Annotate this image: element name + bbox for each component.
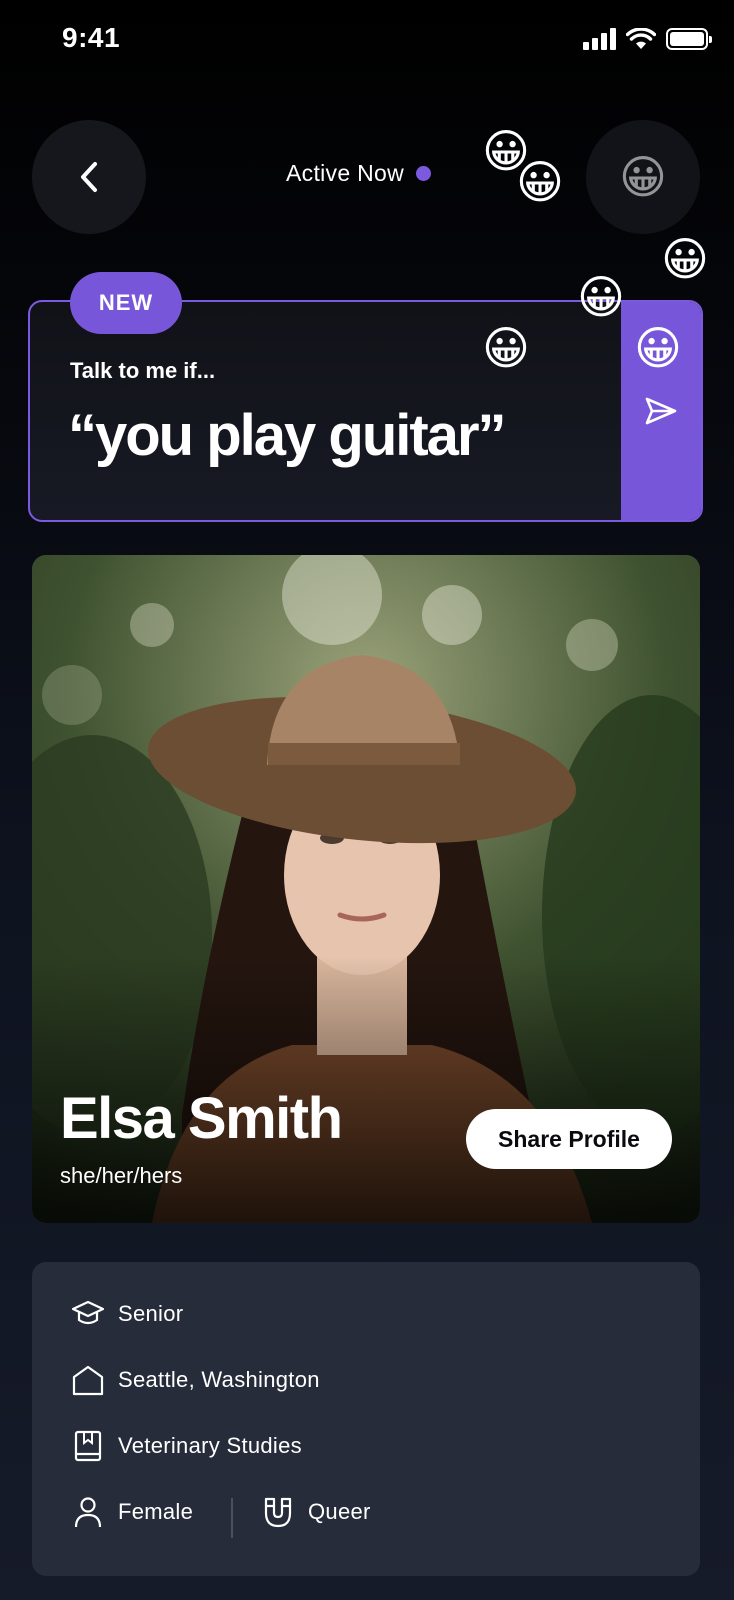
prompt-label: Talk to me if...	[70, 358, 216, 383]
profile-details-card: Senior Seattle, Washington Veterinary St…	[32, 1262, 700, 1576]
detail-major: Veterinary Studies	[70, 1428, 302, 1464]
signal-icon	[583, 28, 616, 50]
floating-emoji-icon: 😀	[482, 321, 530, 375]
graduation-cap-icon	[70, 1296, 106, 1332]
profile-photo-card[interactable]: Elsa Smith she/her/hers Share Profile	[32, 555, 700, 1223]
status-time: 9:41	[62, 22, 121, 53]
person-icon	[70, 1494, 106, 1530]
home-icon	[70, 1362, 106, 1398]
detail-gender-label: Female	[118, 1499, 194, 1524]
profile-screen: 9:41 Active Now 😀 NEW Talk to me if... “…	[0, 0, 734, 1600]
magnet-icon	[260, 1494, 296, 1530]
detail-major-label: Veterinary Studies	[118, 1433, 302, 1458]
floating-emoji-icon: 😀	[516, 155, 564, 209]
send-icon	[645, 397, 677, 425]
detail-orientation: Queer	[260, 1494, 371, 1530]
detail-gender: Female	[70, 1494, 193, 1530]
back-button[interactable]	[32, 120, 146, 234]
new-badge: NEW	[70, 272, 182, 334]
detail-divider	[231, 1498, 233, 1538]
active-status-label: Active Now	[286, 160, 405, 186]
profile-pronouns: she/her/hers	[60, 1163, 183, 1188]
detail-year: Senior	[70, 1296, 183, 1332]
wifi-icon	[626, 28, 656, 49]
profile-name: Elsa Smith	[60, 1086, 343, 1151]
floating-emoji-icon: 😀	[661, 232, 709, 286]
detail-orientation-label: Queer	[308, 1499, 371, 1524]
status-icons	[583, 28, 712, 50]
detail-hometown: Seattle, Washington	[70, 1362, 320, 1398]
battery-icon	[666, 28, 712, 50]
detail-hometown-label: Seattle, Washington	[118, 1367, 320, 1392]
reaction-button[interactable]: 😀	[586, 120, 700, 234]
floating-emoji-icon: 😀	[577, 270, 625, 324]
book-icon	[70, 1428, 106, 1464]
active-dot-icon	[416, 166, 432, 181]
detail-year-label: Senior	[118, 1301, 184, 1326]
reaction-emoji-icon: 😀	[619, 150, 667, 204]
floating-emoji-icon: 😀	[634, 321, 682, 375]
chevron-left-icon	[81, 162, 97, 192]
active-status: Active Now	[286, 160, 432, 187]
prompt-answer: “you play guitar”	[68, 403, 507, 468]
share-profile-button[interactable]: Share Profile	[466, 1109, 672, 1169]
